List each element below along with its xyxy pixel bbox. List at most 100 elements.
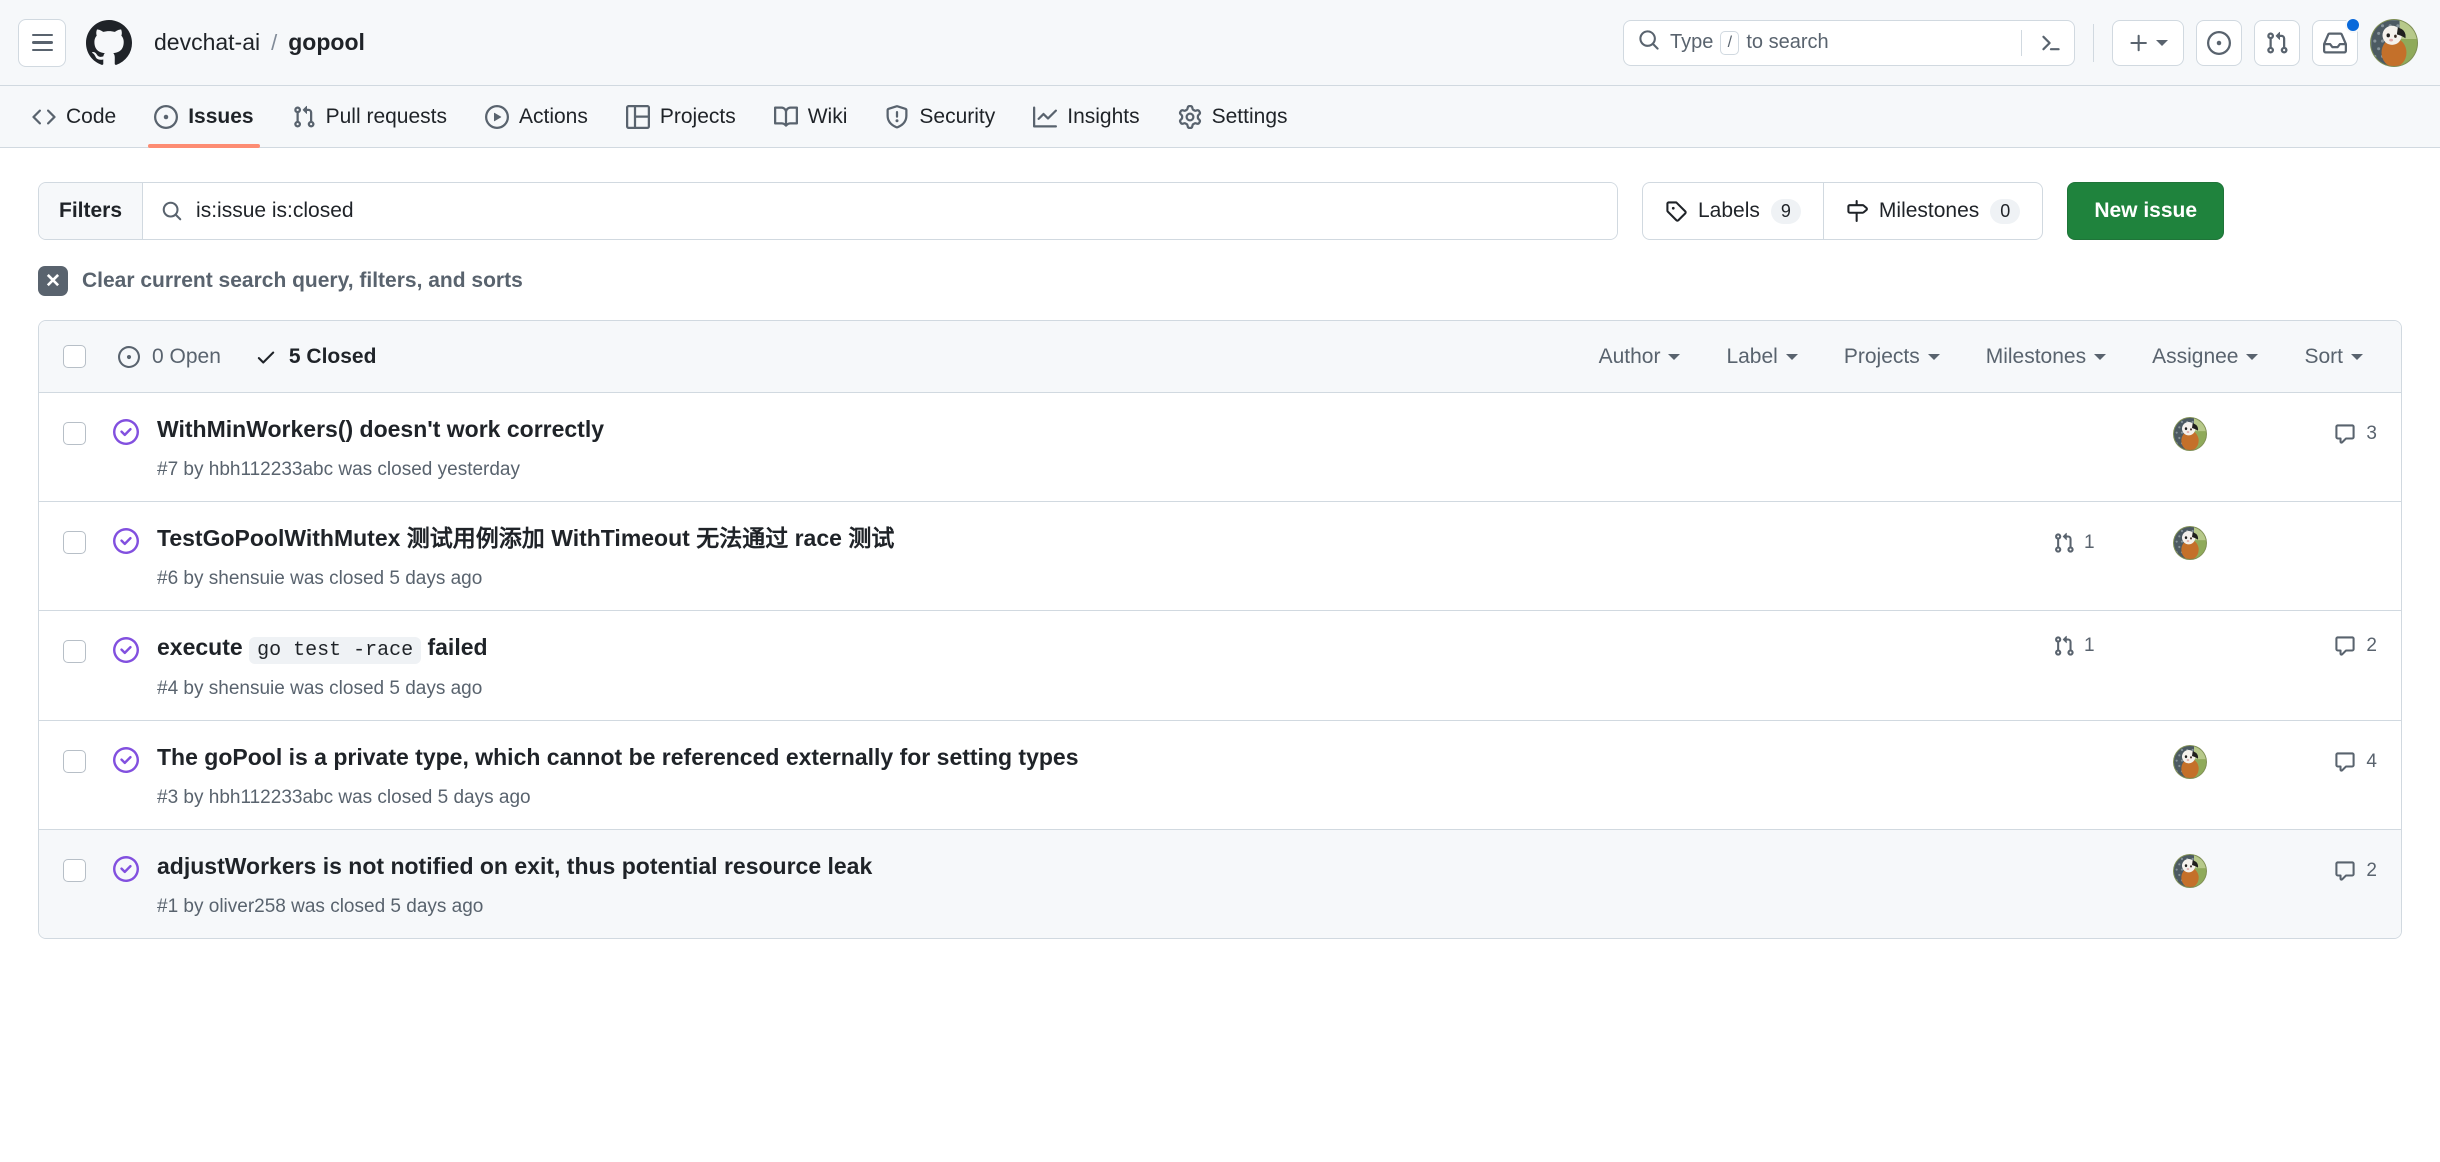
nav-tab-settings[interactable]: Settings	[1164, 86, 1302, 147]
issue-title-link[interactable]: TestGoPoolWithMutex 测试用例添加 WithTimeout 无…	[157, 525, 894, 551]
breadcrumb-repo[interactable]: gopool	[288, 29, 365, 56]
nav-tab-wiki[interactable]: Wiki	[760, 86, 862, 147]
issue-title-link[interactable]: The goPool is a private type, which cann…	[157, 744, 1079, 770]
nav-tab-pull-requests[interactable]: Pull requests	[278, 86, 461, 147]
nav-tab-issues[interactable]: Issues	[140, 86, 267, 148]
gear-icon	[1178, 104, 1202, 129]
issue-content: WithMinWorkers() doesn't work correctly …	[157, 415, 2053, 481]
milestone-icon	[1846, 200, 1868, 222]
chevron-down-icon	[2094, 353, 2107, 360]
table-row[interactable]: execute go test -race failed #4 by shens…	[39, 609, 2401, 720]
projects-dropdown[interactable]: Projects	[1844, 345, 1940, 369]
issue-content: adjustWorkers is not notified on exit, t…	[157, 852, 2053, 918]
nav-tab-actions[interactable]: Actions	[471, 86, 602, 147]
search-divider	[2021, 29, 2022, 56]
closed-issues-count: 5 Closed	[288, 344, 377, 368]
comments-cell[interactable]: 3	[2291, 423, 2377, 445]
nav-tab-label: Insights	[1067, 104, 1140, 128]
issue-title-link[interactable]: execute go test -race failed	[157, 633, 488, 664]
your-pull-requests-button[interactable]	[2254, 19, 2300, 66]
issue-select-checkbox[interactable]	[63, 639, 86, 663]
issue-title-link[interactable]: WithMinWorkers() doesn't work correctly	[157, 416, 604, 442]
notifications-inbox-button[interactable]	[2312, 16, 2361, 66]
labels-count: 9	[1770, 198, 1801, 224]
avatar[interactable]	[2173, 417, 2207, 451]
new-issue-button[interactable]: New issue	[2067, 182, 2225, 240]
issue-select-checkbox[interactable]	[63, 858, 86, 882]
select-all-checkbox[interactable]	[63, 345, 86, 368]
avatar[interactable]	[2173, 853, 2207, 888]
issue-select-checkbox[interactable]	[63, 422, 86, 445]
search-input[interactable]: Type / to search	[1623, 19, 2075, 66]
issue-closed-icon	[113, 636, 139, 663]
search-placeholder: Type / to search	[1670, 30, 2011, 55]
table-row[interactable]: TestGoPoolWithMutex 测试用例添加 WithTimeout 无…	[39, 500, 2401, 610]
nav-tab-label: Actions	[519, 104, 588, 128]
chevron-down-icon	[2156, 39, 2168, 46]
issue-title-link[interactable]: adjustWorkers is not notified on exit, t…	[157, 853, 872, 879]
assignee-dropdown[interactable]: Assignee	[2152, 344, 2259, 369]
nav-tab-label: Issues	[188, 104, 254, 128]
sort-dropdown-label: Sort	[2304, 344, 2343, 368]
create-new-button[interactable]	[2112, 19, 2184, 66]
avatar[interactable]	[2370, 18, 2418, 67]
linked-pr-cell[interactable]: 1	[2053, 532, 2173, 554]
chevron-down-icon	[1785, 353, 1798, 360]
issue-closed-icon	[113, 855, 139, 882]
open-issues-filter[interactable]: 0 Open	[118, 345, 221, 369]
hamburger-bar	[31, 41, 53, 44]
search-icon	[1638, 29, 1660, 56]
issue-row-stats: 3	[2053, 417, 2377, 451]
closed-issues-filter[interactable]: 5 Closed	[255, 344, 377, 369]
assignee-cell[interactable]	[2173, 525, 2291, 560]
issue-select-checkbox[interactable]	[63, 749, 86, 773]
labels-label: Labels	[1698, 199, 1760, 222]
author-dropdown[interactable]: Author	[1599, 345, 1681, 369]
assignee-dropdown-label: Assignee	[2152, 344, 2239, 368]
issue-title-text: The goPool is a private type, which cann…	[157, 743, 1079, 770]
table-row[interactable]: adjustWorkers is not notified on exit, t…	[39, 828, 2401, 938]
nav-tab-label: Settings	[1211, 104, 1288, 128]
assignee-cell[interactable]	[2173, 853, 2291, 888]
milestones-dropdown[interactable]: Milestones	[1986, 345, 2107, 369]
command-palette-icon[interactable]	[2032, 32, 2070, 54]
nav-tab-projects[interactable]: Projects	[612, 86, 750, 147]
label-dropdown[interactable]: Label	[1726, 345, 1798, 369]
issue-title-text: failed	[421, 633, 488, 660]
issue-meta: #7 by hbh112233abc was closed yesterday	[157, 458, 521, 480]
table-row[interactable]: The goPool is a private type, which cann…	[39, 719, 2401, 829]
sort-dropdown[interactable]: Sort	[2304, 345, 2363, 369]
table-row[interactable]: WithMinWorkers() doesn't work correctly …	[39, 393, 2401, 501]
milestones-count: 0	[1990, 198, 2021, 224]
your-issues-button[interactable]	[2196, 19, 2242, 66]
issue-select-checkbox[interactable]	[63, 530, 86, 554]
assignee-cell[interactable]	[2173, 744, 2291, 779]
filters-button[interactable]: Filters	[39, 183, 144, 239]
clear-filters-button[interactable]: ✕ Clear current search query, filters, a…	[38, 266, 523, 296]
issue-title-code: go test -race	[249, 636, 422, 664]
issues-page-content: Filters is:issue is:closed Labels 9 Mile…	[0, 148, 2440, 939]
global-header: devchat-ai / gopool Type / to search	[0, 0, 2440, 86]
milestones-button[interactable]: Milestones 0	[1822, 183, 2042, 239]
avatar[interactable]	[2173, 744, 2207, 779]
issue-row-stats: 1	[2053, 525, 2377, 560]
comments-cell[interactable]: 4	[2291, 751, 2377, 773]
issue-search-input[interactable]: is:issue is:closed	[143, 183, 1617, 239]
comments-cell[interactable]: 2	[2291, 860, 2377, 882]
open-issues-count: 0 Open	[152, 344, 221, 368]
issue-meta: #6 by shensuie was closed 5 days ago	[157, 567, 483, 589]
issues-rows-container: WithMinWorkers() doesn't work correctly …	[39, 393, 2401, 938]
comments-cell[interactable]: 2	[2291, 635, 2377, 657]
labels-button[interactable]: Labels 9	[1643, 183, 1823, 239]
breadcrumb-owner[interactable]: devchat-ai	[154, 29, 260, 56]
graph-icon	[1033, 105, 1058, 129]
avatar[interactable]	[2173, 525, 2207, 560]
nav-tab-security[interactable]: Security	[871, 86, 1009, 147]
hamburger-menu-icon[interactable]	[18, 18, 66, 67]
linked-pr-cell[interactable]: 1	[2053, 635, 2173, 657]
github-logo[interactable]	[86, 19, 132, 66]
nav-tab-code[interactable]: Code	[18, 86, 130, 147]
header-divider	[2093, 23, 2094, 62]
assignee-cell[interactable]	[2173, 417, 2291, 451]
nav-tab-insights[interactable]: Insights	[1019, 86, 1153, 147]
